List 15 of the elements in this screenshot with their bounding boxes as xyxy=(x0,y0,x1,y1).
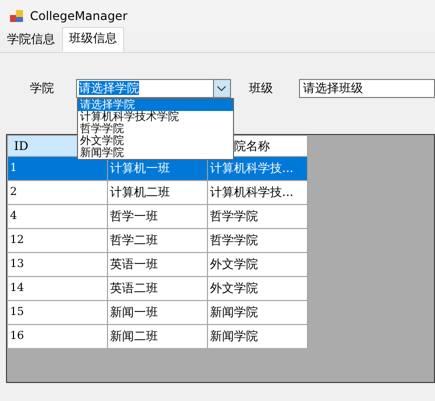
window-title: CollegeManager xyxy=(30,9,128,23)
dropdown-option[interactable]: 哲学学院 xyxy=(78,123,233,135)
tab[interactable]: 班级信息 xyxy=(62,27,124,52)
dropdown-option[interactable]: 计算机科学技术学院 xyxy=(78,111,233,123)
table-cell: 新闻二班 xyxy=(108,325,208,348)
dropdown-option[interactable]: 请选择学院 xyxy=(78,99,233,111)
college-combo[interactable]: 请选择学院 xyxy=(76,78,231,98)
table-cell: 16 xyxy=(8,325,108,348)
class-combo[interactable]: 请选择班级 xyxy=(298,78,435,98)
app-icon xyxy=(10,9,24,23)
caret-icon xyxy=(217,86,226,90)
field-label: 班级 xyxy=(248,80,273,96)
table-cell: 新闻学院 xyxy=(208,325,308,348)
field-label: 学院 xyxy=(30,80,54,96)
tab[interactable]: 学院信息 xyxy=(0,28,62,52)
